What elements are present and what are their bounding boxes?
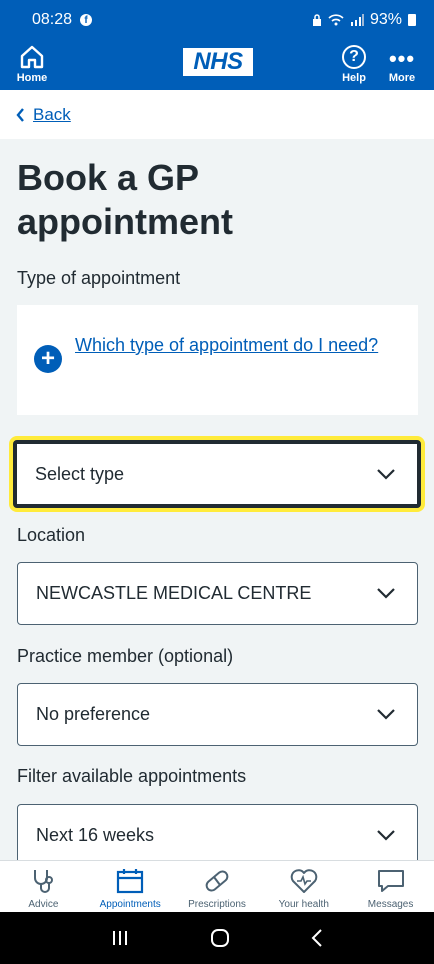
filter-label: Filter available appointments bbox=[17, 766, 247, 786]
plus-circle-icon: + bbox=[34, 345, 62, 373]
practice-member-select[interactable]: No preference bbox=[17, 683, 418, 746]
type-label: Type of appointment bbox=[17, 268, 181, 288]
nav-appointments-label: Appointments bbox=[99, 899, 161, 910]
back-label: Back bbox=[33, 104, 71, 124]
practice-member-value: No preference bbox=[36, 704, 151, 724]
message-icon bbox=[377, 870, 404, 892]
chevron-left-icon bbox=[16, 107, 24, 122]
pill-icon bbox=[205, 870, 229, 892]
nav-your-health[interactable]: Your health bbox=[260, 861, 347, 912]
filter-select[interactable]: Next 16 weeks bbox=[17, 804, 418, 867]
home-circle-icon[interactable] bbox=[209, 927, 231, 949]
wifi-icon bbox=[328, 14, 344, 26]
status-bar: 08:28 f 93% bbox=[0, 0, 434, 40]
help-icon: ? bbox=[342, 45, 366, 69]
signal-icon bbox=[350, 14, 364, 26]
nav-your-health-label: Your health bbox=[278, 899, 329, 910]
nav-messages[interactable]: Messages bbox=[347, 861, 434, 912]
nav-prescriptions[interactable]: Prescriptions bbox=[174, 861, 261, 912]
chevron-down-icon bbox=[377, 468, 395, 480]
home-label: Home bbox=[16, 72, 48, 84]
home-button[interactable]: Home bbox=[12, 40, 52, 90]
nav-advice-label: Advice bbox=[28, 899, 59, 910]
more-button[interactable]: ••• More bbox=[382, 40, 422, 90]
app-header: Home NHS ? Help ••• More bbox=[0, 40, 434, 90]
appointment-type-value: Select type bbox=[35, 463, 125, 484]
more-label: More bbox=[388, 72, 416, 84]
location-label: Location bbox=[17, 525, 86, 545]
nav-appointments[interactable]: Appointments bbox=[87, 861, 174, 912]
android-nav-bar bbox=[0, 912, 434, 964]
facebook-notification-icon: f bbox=[80, 14, 93, 26]
appointment-type-help-link[interactable]: Which type of appointment do I need? bbox=[75, 331, 395, 359]
location-select[interactable]: NEWCASTLE MEDICAL CENTRE bbox=[17, 562, 418, 625]
appointment-type-info[interactable]: + Which type of appointment do I need? bbox=[17, 305, 418, 415]
battery-percent: 93% bbox=[369, 11, 402, 28]
back-bar: Back bbox=[0, 90, 434, 139]
page-title: Book a GP appointment bbox=[17, 157, 233, 242]
chevron-down-icon bbox=[377, 830, 395, 841]
nav-advice[interactable]: Advice bbox=[0, 861, 87, 912]
chevron-down-icon bbox=[377, 588, 395, 599]
practice-member-label: Practice member (optional) bbox=[17, 646, 234, 666]
back-link[interactable]: Back bbox=[16, 105, 71, 125]
heart-icon bbox=[290, 869, 318, 893]
location-value: NEWCASTLE MEDICAL CENTRE bbox=[36, 583, 312, 603]
nhs-logo: NHS bbox=[183, 48, 253, 76]
bottom-nav: Advice Appointments Prescriptions Your h… bbox=[0, 860, 434, 912]
back-arrow-icon[interactable] bbox=[310, 928, 324, 948]
status-time: 08:28 bbox=[32, 11, 73, 28]
home-icon bbox=[20, 45, 44, 69]
nav-prescriptions-label: Prescriptions bbox=[188, 899, 246, 910]
stethoscope-icon bbox=[34, 870, 54, 893]
battery-icon bbox=[408, 14, 416, 26]
help-button[interactable]: ? Help bbox=[334, 40, 374, 90]
chevron-down-icon bbox=[377, 709, 395, 720]
filter-value: Next 16 weeks bbox=[36, 825, 155, 845]
calendar-icon bbox=[117, 869, 144, 894]
help-label: Help bbox=[342, 72, 366, 84]
status-left: 08:28 f bbox=[32, 11, 93, 29]
appointment-type-select[interactable]: Select type bbox=[13, 440, 421, 508]
more-icon: ••• bbox=[388, 46, 416, 71]
status-right: 93% bbox=[312, 11, 416, 29]
lock-icon bbox=[312, 14, 321, 26]
nav-messages-label: Messages bbox=[367, 899, 414, 910]
recent-apps-icon[interactable] bbox=[110, 929, 130, 947]
